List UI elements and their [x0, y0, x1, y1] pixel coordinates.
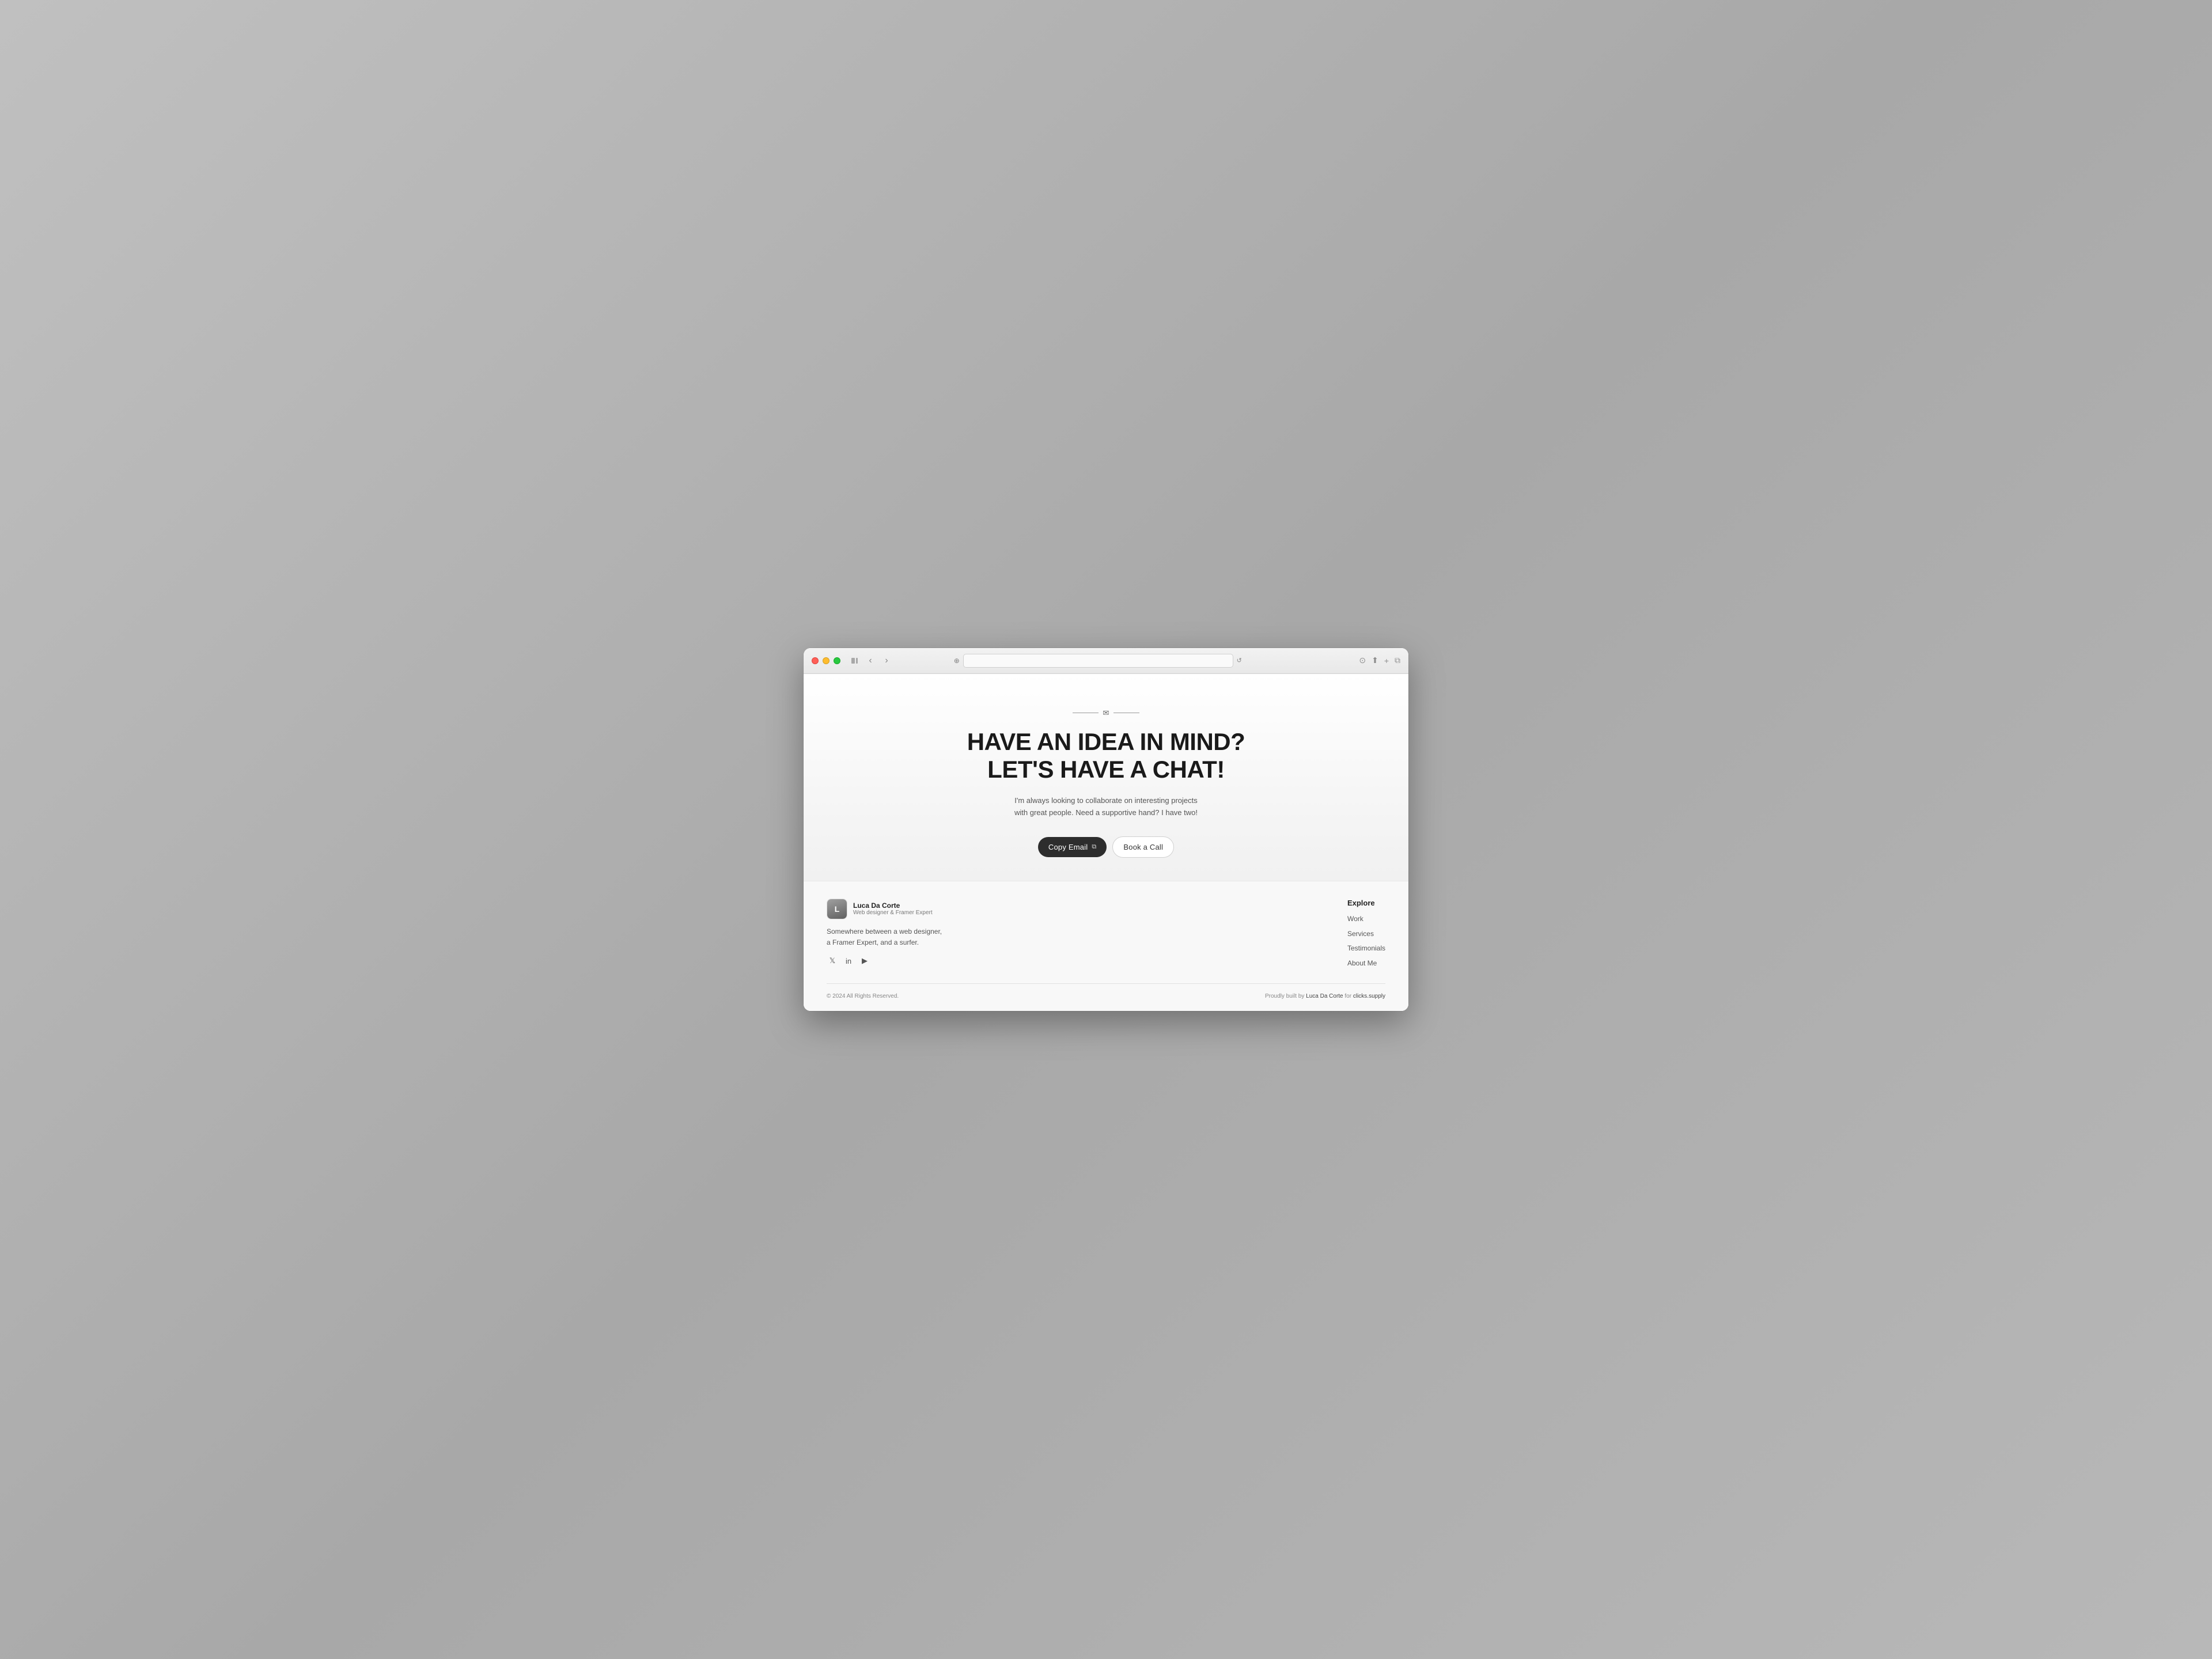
- page-content: ✉ HAVE AN IDEA IN MIND? LET'S HAVE A CHA…: [804, 674, 1408, 1012]
- social-icons: 𝕏 in ▶: [827, 955, 942, 967]
- download-icon[interactable]: ⊙: [1359, 656, 1366, 665]
- author-role: Web designer & Framer Expert: [853, 910, 933, 916]
- footer-left: L Luca Da Corte Web designer & Framer Ex…: [827, 899, 942, 967]
- cta-buttons: Copy Email ⧉ Book a Call: [1038, 836, 1174, 858]
- author-avatar: L: [827, 899, 847, 919]
- desktop-background: ⊕ ↺ ⊙ ⬆ + ⧉ ✉ HAVE AN IDEA I: [0, 0, 2212, 1659]
- nav-link-about-me[interactable]: About Me: [1347, 957, 1385, 970]
- address-bar-area: ⊕ ↺: [954, 654, 1242, 668]
- youtube-icon[interactable]: ▶: [859, 955, 870, 967]
- built-by-site-link[interactable]: clicks.supply: [1353, 993, 1385, 999]
- built-by-prefix: Proudly built by: [1265, 993, 1306, 999]
- footer-copyright: © 2024 All Rights Reserved.: [827, 993, 899, 999]
- author-name: Luca Da Corte: [853, 902, 933, 910]
- built-by-name-link[interactable]: Luca Da Corte: [1306, 993, 1343, 999]
- author-text-block: Luca Da Corte Web designer & Framer Expe…: [853, 902, 933, 916]
- book-call-label: Book a Call: [1123, 843, 1163, 851]
- footer-bio-line2: a Framer Expert, and a surfer.: [827, 938, 919, 946]
- tabs-icon[interactable]: ⧉: [1395, 656, 1400, 665]
- copy-email-label: Copy Email: [1048, 843, 1088, 851]
- browser-controls: [849, 655, 892, 666]
- forward-button[interactable]: [881, 655, 892, 666]
- nav-link-work[interactable]: Work: [1347, 913, 1385, 926]
- back-button[interactable]: [865, 655, 876, 666]
- footer-built-by: Proudly built by Luca Da Corte for click…: [1265, 993, 1385, 999]
- footer-main: L Luca Da Corte Web designer & Framer Ex…: [827, 899, 1385, 969]
- footer-bottom: © 2024 All Rights Reserved. Proudly buil…: [827, 983, 1385, 999]
- hero-subtitle: I'm always looking to collaborate on int…: [1014, 795, 1198, 819]
- hero-title: HAVE AN IDEA IN MIND? LET'S HAVE A CHAT!: [967, 728, 1245, 784]
- share-icon[interactable]: ⬆: [1372, 656, 1378, 665]
- book-call-button[interactable]: Book a Call: [1112, 836, 1174, 858]
- traffic-lights: [812, 657, 840, 664]
- footer-nav-title: Explore: [1347, 899, 1385, 907]
- new-tab-icon[interactable]: +: [1384, 656, 1389, 665]
- hero-section: ✉ HAVE AN IDEA IN MIND? LET'S HAVE A CHA…: [804, 674, 1408, 881]
- copy-email-button[interactable]: Copy Email ⧉: [1038, 837, 1107, 857]
- browser-action-buttons: ⊙ ⬆ + ⧉: [1359, 656, 1400, 665]
- maximize-button[interactable]: [834, 657, 840, 664]
- nav-link-testimonials[interactable]: Testimonials: [1347, 942, 1385, 955]
- footer-bio: Somewhere between a web designer, a Fram…: [827, 926, 942, 948]
- linkedin-icon[interactable]: in: [843, 955, 854, 967]
- address-input[interactable]: [963, 654, 1233, 668]
- email-decoration: ✉: [1073, 709, 1140, 718]
- built-by-middle: for: [1343, 993, 1353, 999]
- hero-title-line1: HAVE AN IDEA IN MIND?: [967, 728, 1245, 755]
- security-icon: ⊕: [954, 657, 960, 665]
- twitter-icon[interactable]: 𝕏: [827, 955, 838, 967]
- refresh-button[interactable]: ↺: [1237, 657, 1242, 664]
- footer-nav: Explore Work Services Testimonials About…: [1347, 899, 1385, 969]
- footer-bio-line1: Somewhere between a web designer,: [827, 927, 942, 935]
- minimize-button[interactable]: [823, 657, 830, 664]
- browser-chrome: ⊕ ↺ ⊙ ⬆ + ⧉: [804, 648, 1408, 674]
- hero-title-line2: LET'S HAVE A CHAT!: [987, 756, 1225, 783]
- email-icon: ✉: [1103, 709, 1109, 718]
- close-button[interactable]: [812, 657, 819, 664]
- sidebar-toggle-icon[interactable]: [849, 655, 860, 666]
- author-info: L Luca Da Corte Web designer & Framer Ex…: [827, 899, 942, 919]
- nav-link-services[interactable]: Services: [1347, 928, 1385, 941]
- copy-icon: ⧉: [1092, 843, 1096, 851]
- avatar-placeholder: L: [827, 899, 847, 919]
- browser-window: ⊕ ↺ ⊙ ⬆ + ⧉ ✉ HAVE AN IDEA I: [804, 648, 1408, 1012]
- footer-section: L Luca Da Corte Web designer & Framer Ex…: [804, 881, 1408, 1011]
